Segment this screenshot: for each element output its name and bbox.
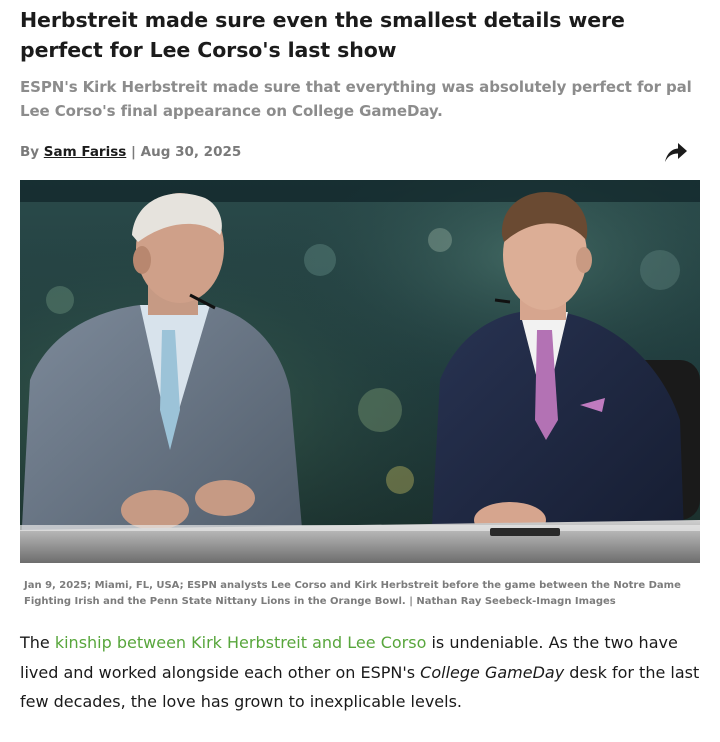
show-name: College GameDay: [420, 662, 565, 682]
article-subheadline: ESPN's Kirk Herbstreit made sure that ev…: [20, 78, 692, 120]
author-link[interactable]: Sam Fariss: [44, 144, 127, 160]
article-headline: Herbstreit made sure even the smallest d…: [20, 8, 625, 62]
article: Herbstreit made sure even the smallest d…: [0, 0, 720, 742]
article-photo: [20, 180, 700, 563]
share-arrow-icon[interactable]: [662, 138, 690, 166]
publish-date: Aug 30, 2025: [140, 144, 242, 160]
byline-prefix: By: [20, 144, 40, 160]
article-body-paragraph: The kinship between Kirk Herbstreit and …: [20, 628, 704, 717]
byline-separator: |: [131, 144, 136, 160]
body-intro: The: [20, 633, 55, 652]
byline: By Sam Fariss | Aug 30, 2025: [20, 142, 241, 162]
photo-caption: Jan 9, 2025; Miami, FL, USA; ESPN analys…: [24, 580, 681, 607]
kinship-link[interactable]: kinship between Kirk Herbstreit and Lee …: [55, 633, 427, 652]
